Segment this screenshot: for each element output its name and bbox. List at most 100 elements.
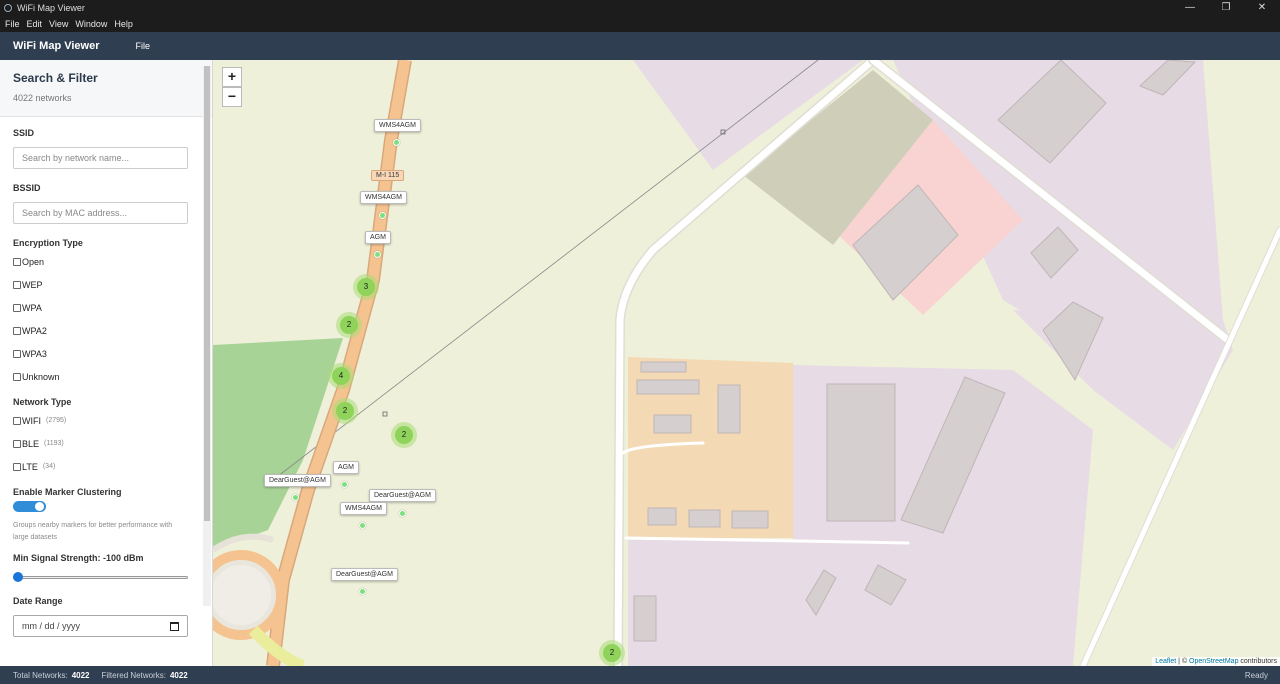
marker-cluster[interactable]: 2 (336, 312, 362, 338)
checkbox[interactable] (13, 439, 21, 448)
marker-cluster[interactable]: 2 (599, 640, 625, 666)
option-label: WIFI (22, 415, 41, 426)
slider-track (13, 576, 188, 579)
cluster-count: 2 (395, 426, 413, 444)
network-label[interactable]: WMS4AGM (340, 502, 387, 515)
map-attribution: Leaflet | © OpenStreetMap contributors (1152, 657, 1280, 666)
building (826, 383, 896, 522)
ssid-label: SSID (13, 128, 35, 138)
clustering-help-text: Groups nearby markers for better perform… (13, 522, 173, 541)
leaflet-link[interactable]: Leaflet (1155, 658, 1176, 665)
cluster-count: 2 (336, 402, 354, 420)
calendar-icon[interactable] (170, 621, 179, 631)
marker-cluster[interactable]: 2 (332, 398, 358, 424)
option-count: (1193) (44, 440, 64, 447)
checkbox[interactable] (13, 462, 21, 471)
option-label: Unknown (22, 371, 60, 382)
network-marker[interactable] (374, 251, 381, 258)
maximize-button[interactable]: ❐ (1208, 0, 1244, 16)
sidebar-title: Search & Filter (13, 71, 98, 85)
header-file-menu[interactable]: File (136, 41, 151, 51)
marker-cluster[interactable]: 2 (391, 422, 417, 448)
bssid-search-input[interactable]: Search by MAC address... (13, 202, 188, 224)
encryption-option-wpa3[interactable]: WPA3 (13, 342, 187, 365)
menu-edit[interactable]: Edit (27, 19, 43, 29)
clustering-toggle[interactable] (13, 501, 46, 512)
checkbox[interactable] (13, 416, 21, 425)
filtered-networks-value: 4022 (169, 670, 188, 680)
encryption-option-wep[interactable]: WEP (13, 273, 187, 296)
zoom-in-button[interactable]: + (222, 67, 242, 87)
minimize-button[interactable]: — (1172, 0, 1208, 16)
checkbox[interactable] (13, 349, 21, 358)
encryption-option-wpa[interactable]: WPA (13, 296, 187, 319)
cluster-count: 3 (357, 278, 375, 296)
filtered-networks-label: Filtered Networks: (101, 670, 166, 680)
bssid-label: BSSID (13, 183, 41, 193)
network-label[interactable]: WMS4AGM (374, 119, 421, 132)
cluster-count: 2 (603, 644, 621, 662)
option-label: WPA (22, 302, 42, 313)
encryption-option-open[interactable]: Open (13, 250, 187, 273)
option-label: WPA2 (22, 325, 47, 336)
option-count: (2795) (46, 417, 67, 424)
network-marker[interactable] (341, 481, 348, 488)
encryption-option-wpa2[interactable]: WPA2 (13, 319, 187, 342)
network-marker[interactable] (399, 510, 406, 517)
app-brand: WiFi Map Viewer (13, 40, 100, 52)
total-networks-label: Total Networks: (13, 670, 68, 680)
scrollbar-thumb[interactable] (204, 66, 210, 521)
menu-file[interactable]: File (5, 19, 20, 29)
network-label[interactable]: DearGuest@AGM (331, 568, 398, 581)
building (640, 361, 687, 373)
toggle-knob (35, 502, 44, 511)
status-bar: Total Networks: 4022 Filtered Networks: … (0, 666, 1280, 684)
checkbox[interactable] (13, 326, 21, 335)
osm-link[interactable]: OpenStreetMap (1189, 658, 1238, 665)
building (717, 384, 741, 434)
encryption-option-unknown[interactable]: Unknown (13, 365, 187, 388)
network-label[interactable]: WMS4AGM (360, 191, 407, 204)
network-marker[interactable] (393, 139, 400, 146)
network-label[interactable]: AGM (365, 231, 391, 244)
network-type-wifi[interactable]: WIFI (2795) (13, 409, 187, 432)
network-label[interactable]: DearGuest@AGM (264, 474, 331, 487)
checkbox[interactable] (13, 257, 21, 266)
building (731, 510, 769, 529)
checkbox[interactable] (13, 372, 21, 381)
filter-sidebar: Search & Filter 4022 networks SSID Searc… (0, 60, 213, 666)
building (653, 414, 692, 434)
network-label[interactable]: DearGuest@AGM (369, 489, 436, 502)
checkbox[interactable] (13, 303, 21, 312)
checkbox[interactable] (13, 280, 21, 289)
network-label[interactable]: AGM (333, 461, 359, 474)
menu-window[interactable]: Window (75, 19, 107, 29)
network-marker[interactable] (359, 588, 366, 595)
close-button[interactable]: ✕ (1244, 0, 1280, 16)
clustering-label: Enable Marker Clustering (13, 487, 122, 497)
network-marker[interactable] (359, 522, 366, 529)
network-marker[interactable] (292, 494, 299, 501)
marker-cluster[interactable]: 3 (353, 274, 379, 300)
building (647, 507, 677, 526)
zoom-out-button[interactable]: − (222, 87, 242, 107)
attribution-suffix: contributors (1238, 658, 1277, 665)
sidebar-scrollbar[interactable] (203, 66, 211, 606)
ssid-search-input[interactable]: Search by network name... (13, 147, 188, 169)
menu-view[interactable]: View (49, 19, 68, 29)
date-start-input[interactable]: mm / dd / yyyy (13, 615, 188, 637)
roundabout-center (213, 565, 271, 625)
option-count: (34) (42, 463, 56, 470)
signal-strength-slider[interactable] (13, 572, 188, 582)
signal-strength-label: Min Signal Strength: -100 dBm (13, 553, 144, 563)
network-marker[interactable] (379, 212, 386, 219)
slider-thumb[interactable] (13, 572, 23, 582)
menu-help[interactable]: Help (114, 19, 133, 29)
network-type-ble[interactable]: BLE (1193) (13, 432, 187, 455)
marker-cluster[interactable]: 4 (328, 363, 354, 389)
map-view[interactable]: + − M-I 115 WMS4AGM WMS4AGM AGM 3 2 4 2 … (213, 60, 1280, 666)
network-type-lte[interactable]: LTE (34) (13, 455, 187, 478)
building (633, 595, 657, 642)
window-title-bar: WiFi Map Viewer — ❐ ✕ (0, 0, 1280, 16)
attribution-separator: | © (1176, 658, 1190, 665)
